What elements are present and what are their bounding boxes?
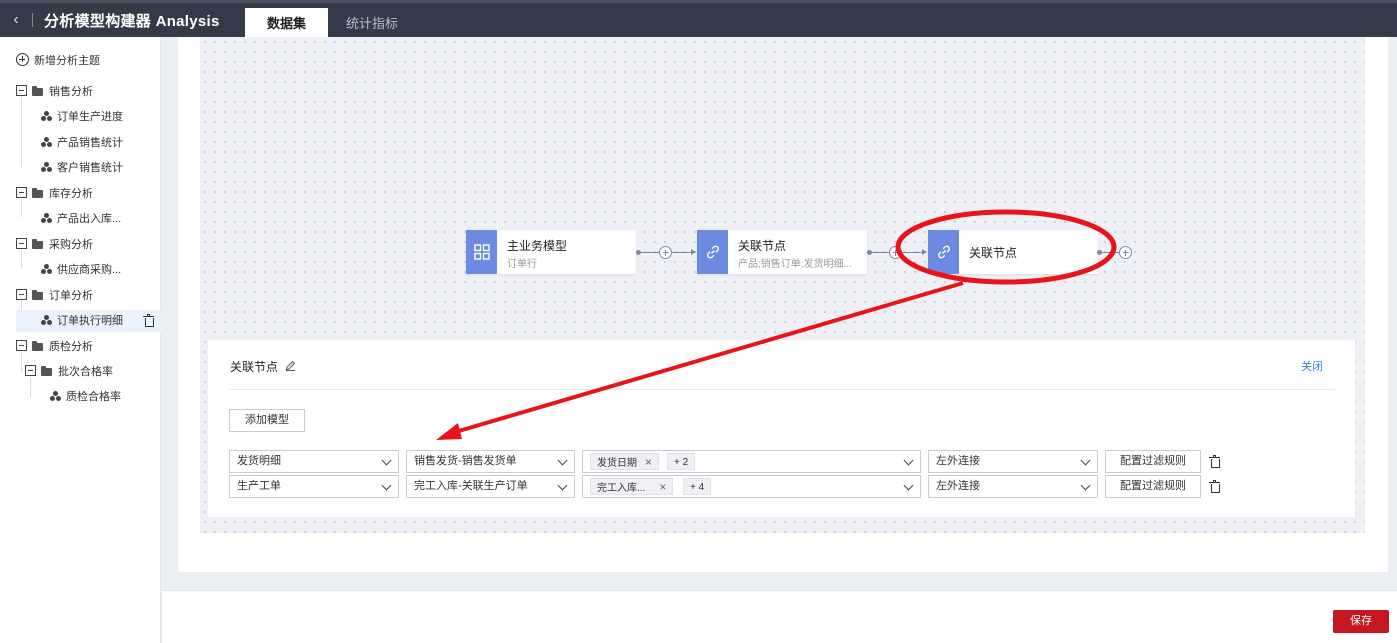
annotation-overlay bbox=[436, 209, 1117, 440]
annotation-arrowhead bbox=[436, 423, 462, 440]
annotation-arrow-line bbox=[451, 281, 964, 435]
highlight-ellipse bbox=[895, 209, 1117, 285]
